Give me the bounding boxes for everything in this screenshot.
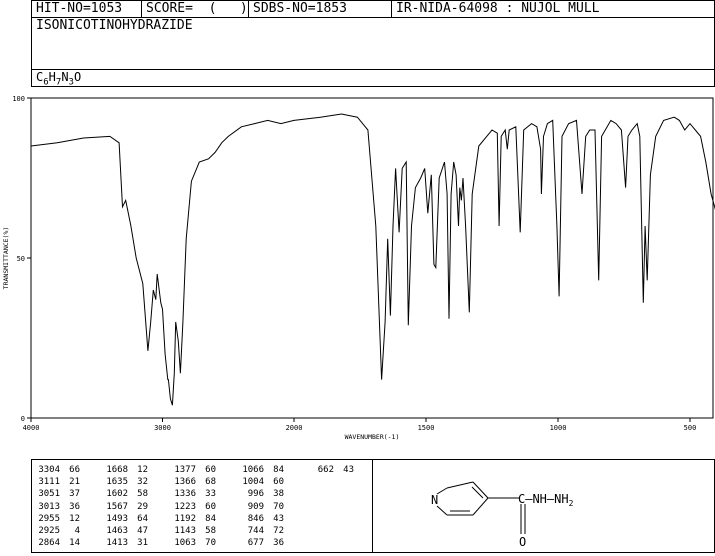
peak-wavenumber: 2925: [38, 526, 60, 536]
x-tick-label: 3000: [154, 424, 171, 432]
x-tick-label: 2000: [286, 424, 303, 432]
peak-transmittance: 38: [273, 489, 284, 500]
peak-wavenumber: 1366: [174, 477, 196, 488]
peak-transmittance: 60: [273, 477, 284, 488]
peak-transmittance: 36: [69, 501, 80, 512]
peak-transmittance: 14: [69, 538, 80, 549]
pyridine-ring: [436, 481, 526, 534]
peak-transmittance: 12: [69, 513, 80, 524]
carbonyl-oxygen-label: O: [519, 535, 526, 549]
peak-wavenumber: 677: [247, 538, 264, 549]
peak-transmittance: 60: [205, 465, 216, 475]
ir-spectrum-chart: 4000 3000 2000 1500 1000 500 0 50 100 WAVENUMBE…: [2, 95, 715, 441]
compound-name: ISONICOTINOHYDRAZIDE: [31, 17, 715, 70]
y-tick-label: 0: [21, 415, 25, 423]
peak-wavenumber: 2864: [38, 538, 60, 549]
x-tick-label: 4000: [23, 424, 40, 432]
y-axis-title: TRANSMITTANCE(%): [2, 227, 10, 290]
peak-wavenumber: 1567: [106, 501, 128, 512]
peak-wavenumber: 3111: [38, 477, 60, 488]
peak-wavenumber: 1143: [174, 526, 196, 536]
plot-frame: [30, 97, 714, 419]
peak-transmittance: 58: [205, 526, 216, 536]
x-axis-title: WAVENUMBER(-1): [345, 433, 400, 441]
spectrum-line: [30, 113, 715, 406]
peak-transmittance: 64: [137, 513, 148, 524]
peak-transmittance: 70: [273, 501, 284, 512]
score-field: SCORE= ( ): [141, 0, 249, 18]
peak-transmittance: 12: [137, 465, 148, 475]
peak-wavenumber: 1635: [106, 477, 128, 488]
sdbs-number-field: SDBS-NO=1853: [248, 0, 392, 18]
peak-transmittance: 47: [137, 526, 148, 536]
peak-transmittance: 33: [205, 489, 216, 500]
peak-transmittance: 31: [137, 538, 148, 549]
peak-wavenumber: 3013: [38, 501, 60, 512]
structure-diagram: N C—NH—NH2 O: [431, 481, 574, 549]
y-tick-label: 100: [12, 95, 25, 103]
peak-wavenumber: 1602: [106, 489, 128, 500]
x-tick-label: 1500: [418, 424, 435, 432]
peak-transmittance: 29: [137, 501, 148, 512]
y-axis: 0 50 100: [12, 95, 31, 423]
hydrazide-chain-label: C—NH—NH2: [518, 492, 574, 508]
peak-table: 3304 66 3111 21 3051 37 3013 36 2955 12 2925 4 2864 1…: [31, 459, 373, 553]
y-tick-label: 50: [17, 255, 25, 263]
x-tick-label: 500: [684, 424, 697, 432]
peak-transmittance: 84: [273, 465, 284, 475]
peak-wavenumber: 1223: [174, 501, 196, 512]
peak-wavenumber: 3304: [38, 465, 60, 475]
peak-wavenumber: 1463: [106, 526, 128, 536]
peak-wavenumber: 1413: [106, 538, 128, 549]
peak-wavenumber: 846: [247, 513, 264, 524]
peak-transmittance: 21: [69, 477, 80, 488]
peak-wavenumber: 909: [247, 501, 264, 512]
peak-transmittance: 58: [137, 489, 148, 500]
peak-wavenumber: 1377: [174, 465, 196, 475]
peak-transmittance: 32: [137, 477, 148, 488]
peak-wavenumber: 744: [247, 526, 264, 536]
peak-wavenumber: 1063: [174, 538, 196, 549]
peak-transmittance: 84: [205, 513, 216, 524]
hit-number-field: HIT-NO=1053: [31, 0, 142, 18]
peak-wavenumber: 2955: [38, 513, 60, 524]
peak-wavenumber: 662: [317, 465, 334, 475]
peak-transmittance: 68: [205, 477, 216, 488]
peak-wavenumber: 1493: [106, 513, 128, 524]
peak-wavenumber: 1336: [174, 489, 196, 500]
peak-wavenumber: 996: [247, 489, 264, 500]
peak-transmittance: 70: [205, 538, 216, 549]
peak-transmittance: 37: [69, 489, 80, 500]
peak-transmittance: 72: [273, 526, 284, 536]
structure-panel: N C—NH—NH2 O: [372, 459, 715, 553]
peak-transmittance: 36: [273, 538, 284, 549]
peak-wavenumber: 1192: [174, 513, 196, 524]
peak-transmittance: 4: [74, 526, 80, 536]
peak-wavenumber: 3051: [38, 489, 60, 500]
ir-code-field: IR-NIDA-64098 : NUJOL MULL: [391, 0, 715, 18]
peak-wavenumber: 1004: [242, 477, 264, 488]
x-axis: 4000 3000 2000 1500 1000 500: [23, 418, 697, 432]
molecular-formula: C6H7N3O: [31, 69, 715, 87]
peak-wavenumber: 1066: [242, 465, 264, 475]
peak-transmittance: 66: [69, 465, 80, 475]
peak-wavenumber: 1668: [106, 465, 128, 475]
peak-transmittance: 60: [205, 501, 216, 512]
ring-nitrogen-label: N: [431, 493, 438, 507]
peak-transmittance: 43: [273, 513, 284, 524]
peak-transmittance: 43: [343, 465, 354, 475]
x-tick-label: 1000: [550, 424, 567, 432]
